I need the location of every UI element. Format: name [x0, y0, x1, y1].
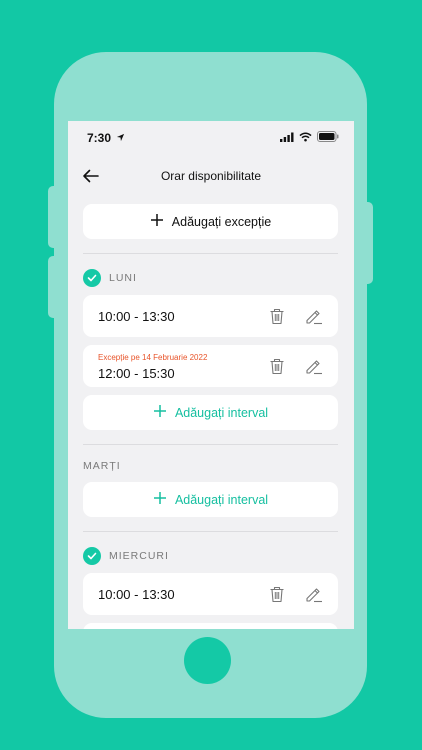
day-header-marti: MARȚI — [83, 457, 121, 475]
home-button[interactable] — [184, 637, 231, 684]
divider — [83, 253, 338, 254]
edit-pencil-icon[interactable] — [305, 307, 323, 325]
interval-card-exception: Excepție pe 14 Februarie 2022 12:00 - 15… — [83, 345, 338, 387]
status-time: 7:30 — [87, 131, 112, 145]
add-interval-label: Adăugați interval — [174, 492, 269, 507]
divider — [83, 444, 338, 445]
interval-card: 10:00 - 13:30 — [83, 295, 338, 337]
checkmark-icon[interactable] — [83, 269, 101, 287]
interval-card-partial — [83, 623, 338, 629]
navigation-bar: Orar disponibilitate — [68, 161, 354, 191]
exception-label: Excepție pe 14 Februarie 2022 — [98, 353, 208, 362]
trash-icon[interactable] — [268, 357, 286, 375]
plus-icon — [150, 213, 164, 230]
add-exception-label: Adăugați excepție — [171, 214, 272, 229]
interval-time: 10:00 - 13:30 — [98, 587, 175, 602]
day-label: MIERCURI — [109, 550, 169, 562]
edit-pencil-icon[interactable] — [305, 357, 323, 375]
add-interval-label: Adăugați interval — [174, 405, 269, 420]
app-screen: 7:30 Orar disponibilitate Adăugați excep… — [68, 121, 354, 629]
location-arrow-icon — [116, 131, 125, 145]
interval-time: 12:00 - 15:30 — [98, 366, 175, 381]
plus-icon — [153, 491, 167, 508]
page-title: Orar disponibilitate — [160, 169, 262, 183]
interval-card: 10:00 - 13:30 — [83, 573, 338, 615]
checkmark-icon[interactable] — [83, 547, 101, 565]
trash-icon[interactable] — [268, 585, 286, 603]
day-label: MARȚI — [83, 460, 121, 472]
signal-icon — [280, 129, 294, 147]
plus-icon — [153, 404, 167, 421]
divider — [83, 531, 338, 532]
day-header-miercuri: MIERCURI — [83, 547, 169, 565]
edit-pencil-icon[interactable] — [305, 585, 323, 603]
day-label: LUNI — [109, 272, 137, 284]
battery-icon — [317, 129, 339, 147]
status-bar: 7:30 — [68, 121, 354, 155]
add-interval-button[interactable]: Adăugați interval — [83, 482, 338, 517]
day-header-luni: LUNI — [83, 269, 137, 287]
wifi-icon — [299, 129, 312, 147]
interval-time: 10:00 - 13:30 — [98, 309, 175, 324]
add-exception-button[interactable]: Adăugați excepție — [83, 204, 338, 239]
trash-icon[interactable] — [268, 307, 286, 325]
add-interval-button[interactable]: Adăugați interval — [83, 395, 338, 430]
